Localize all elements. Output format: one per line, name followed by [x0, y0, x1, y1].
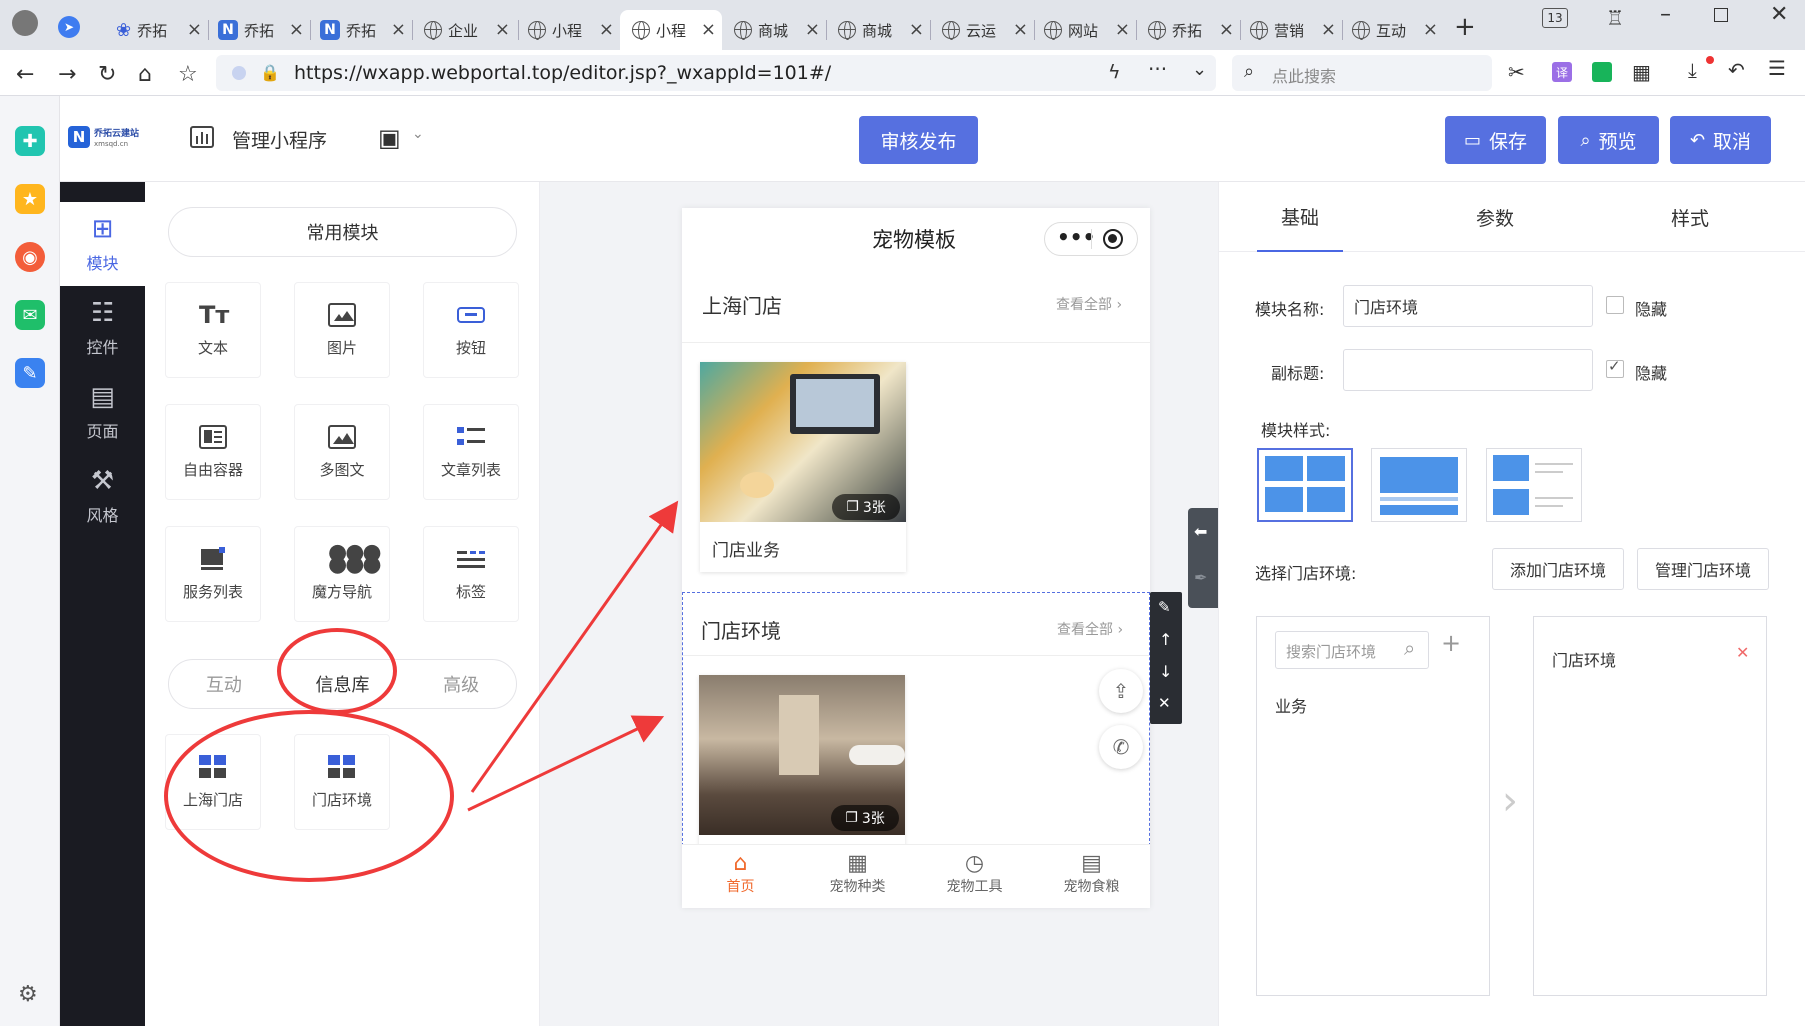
arrow-to-shanghai-store	[470, 500, 679, 793]
annotation-arrows	[467, 500, 679, 812]
arrow-to-store-environment	[467, 715, 665, 812]
